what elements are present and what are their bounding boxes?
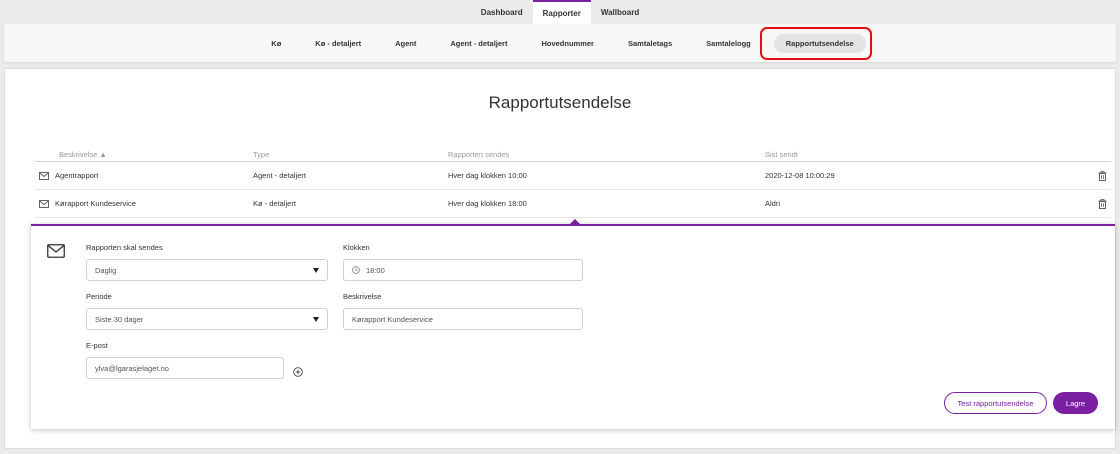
email-label: E-post (86, 341, 108, 350)
frequency-value: Daglig (95, 265, 117, 275)
row-type: Agent - detaljert (253, 171, 306, 180)
description-value: Kørapport Kundeservice (352, 314, 433, 324)
subnav-item-ko-detaljert[interactable]: Kø - detaljert (298, 39, 378, 48)
top-nav: Dashboard Rapporter Wallboard (0, 0, 1120, 24)
row-description: Kørapport Kundeservice (35, 199, 253, 208)
frequency-label: Rapporten skal sendes (86, 243, 163, 252)
header-description[interactable]: Beskrivelse ▲ (35, 150, 253, 159)
row-schedule: Hver dag klokken 18:00 (448, 199, 527, 208)
main-panel: Rapportutsendelse Beskrivelse ▲ Type Rap… (4, 68, 1116, 449)
envelope-icon (39, 171, 49, 180)
envelope-icon (47, 244, 65, 263)
description-input[interactable]: Kørapport Kundeservice (343, 308, 583, 330)
row-last-sent: 2020-12-08 10:00:29 (765, 171, 835, 180)
subnav-item-ko[interactable]: Kø (254, 39, 298, 48)
row-schedule: Hver dag klokken 10:00 (448, 171, 527, 180)
tab-wallboard[interactable]: Wallboard (591, 0, 649, 24)
description-label: Beskrivelse (343, 292, 382, 301)
row-description-text: Kørapport Kundeservice (55, 199, 136, 208)
header-last-sent: Sist sendt (765, 150, 798, 159)
envelope-icon (39, 199, 49, 208)
add-email-icon[interactable] (293, 364, 303, 382)
row-type: Kø - detaljert (253, 199, 296, 208)
clock-icon (352, 266, 360, 274)
caret-down-icon (313, 317, 319, 322)
table-row[interactable]: Kørapport Kundeservice Kø - detaljert Hv… (35, 190, 1111, 218)
trash-icon[interactable] (1093, 198, 1111, 209)
time-value: 18:00 (366, 265, 385, 275)
report-table: Beskrivelse ▲ Type Rapporten sendes Sist… (35, 148, 1111, 218)
period-select[interactable]: Siste 30 dager (86, 308, 328, 330)
subnav-item-agent[interactable]: Agent (378, 39, 433, 48)
email-value: ylva@lgarasjelaget.no (95, 363, 169, 373)
subnav-item-samtaletags[interactable]: Samtaletags (611, 39, 689, 48)
trash-icon[interactable] (1093, 170, 1111, 181)
table-row[interactable]: Agentrapport Agent - detaljert Hver dag … (35, 162, 1111, 190)
caret-down-icon (313, 268, 319, 273)
table-header: Beskrivelse ▲ Type Rapporten sendes Sist… (35, 148, 1111, 162)
subnav-item-hovednummer[interactable]: Hovednummer (524, 39, 611, 48)
header-type: Type (253, 150, 270, 159)
report-editor: Rapporten skal sendes Daglig Klokken 18:… (31, 224, 1115, 429)
row-description: Agentrapport (35, 171, 253, 180)
time-input[interactable]: 18:00 (343, 259, 583, 281)
page-title: Rapportutsendelse (488, 93, 632, 112)
email-input[interactable]: ylva@lgarasjelaget.no (86, 357, 284, 379)
frequency-select[interactable]: Daglig (86, 259, 328, 281)
test-report-button[interactable]: Test rapportutsendelse (944, 392, 1047, 414)
period-value: Siste 30 dager (95, 314, 144, 324)
row-last-sent: Aldri (765, 199, 781, 208)
subnav-item-samtalelogg[interactable]: Samtalelogg (689, 39, 768, 48)
tab-dashboard[interactable]: Dashboard (471, 0, 533, 24)
save-button[interactable]: Lagre (1053, 392, 1098, 414)
report-subnav: Kø Kø - detaljert Agent Agent - detaljer… (4, 24, 1116, 62)
row-description-text: Agentrapport (55, 171, 99, 180)
subnav-item-rapportutsendelse[interactable]: Rapportutsendelse (773, 33, 866, 53)
header-schedule: Rapporten sendes (448, 150, 510, 159)
tab-rapporter[interactable]: Rapporter (532, 0, 591, 24)
period-label: Periode (86, 292, 112, 301)
time-label: Klokken (343, 243, 370, 252)
subnav-item-agent-detaljert[interactable]: Agent - detaljert (433, 39, 524, 48)
